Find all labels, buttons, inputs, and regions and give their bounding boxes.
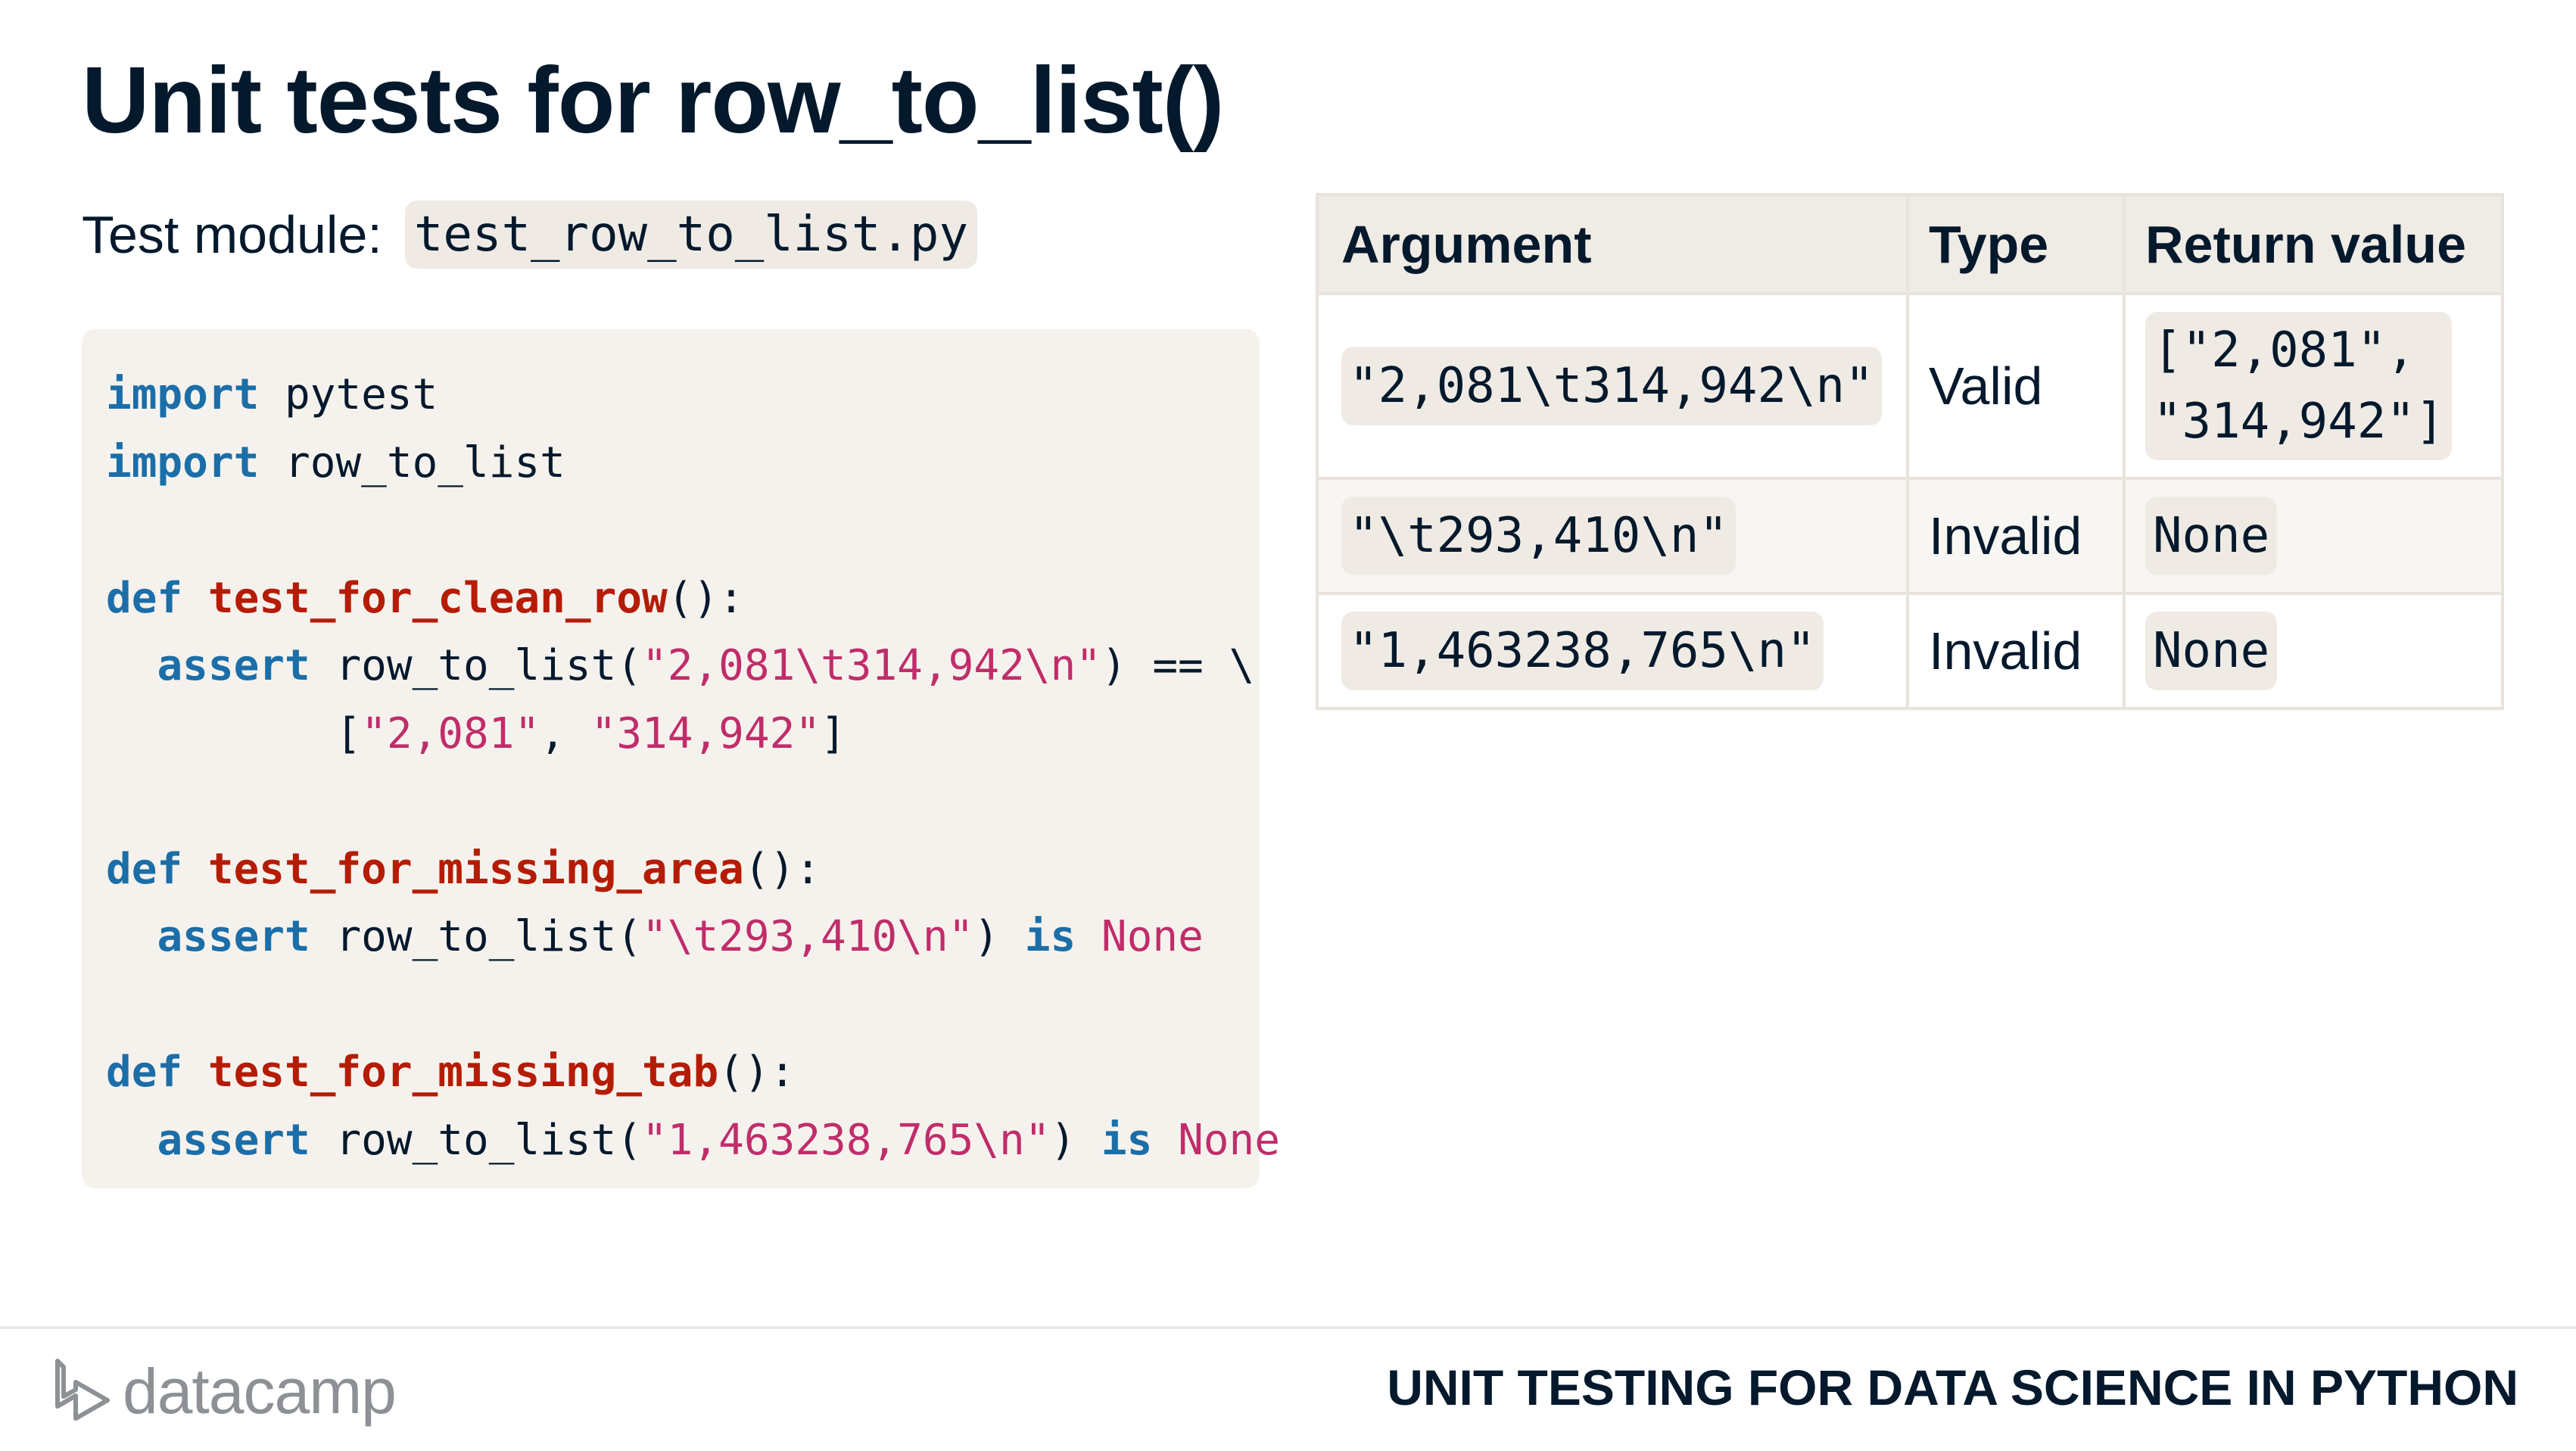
datacamp-logo: datacamp <box>53 1346 397 1437</box>
argument-code: "\t293,410\n" <box>1341 497 1736 575</box>
return-value-cell: ["2,081", "314,942"] <box>2123 292 2504 480</box>
argument-cell: "1,463238,765\n" <box>1316 592 1909 710</box>
function-parens: (): <box>743 844 821 894</box>
return-value-code: None <box>2145 612 2278 690</box>
is-keyword: is <box>1024 912 1076 961</box>
table-row: "\t293,410\n" Invalid None <box>1316 477 2504 595</box>
type-cell: Valid <box>1906 292 2126 480</box>
assert-keyword: assert <box>157 1115 310 1165</box>
table-header-row: Argument Type Return value <box>1316 193 2504 295</box>
code-line-1: import pytest <box>106 361 1260 429</box>
datacamp-logo-icon <box>55 1359 110 1421</box>
function-call: row_to_list( <box>310 912 643 961</box>
footer-divider <box>0 1326 2576 1329</box>
header-type: Type <box>1906 193 2126 295</box>
string-literal: "1,463238,765\n" <box>642 1115 1051 1165</box>
function-call: row_to_list( <box>310 641 643 690</box>
call-close: ) <box>1050 1115 1101 1165</box>
header-return-value: Return value <box>2123 193 2504 295</box>
code-line-9: assert row_to_list("\t293,410\n") is Non… <box>106 903 1260 971</box>
string-literal: "\t293,410\n" <box>642 912 974 961</box>
code-line-2: import row_to_list <box>106 429 1260 497</box>
none-literal: None <box>1101 912 1204 961</box>
argument-table: Argument Type Return value "2,081\t314,9… <box>1316 193 2504 710</box>
def-keyword: def <box>106 844 183 894</box>
argument-code: "1,463238,765\n" <box>1341 612 1824 690</box>
return-value-code: None <box>2145 497 2278 575</box>
type-cell: Invalid <box>1906 592 2126 710</box>
function-parens: (): <box>667 573 744 623</box>
module-name: row_to_list <box>259 437 565 487</box>
function-name: test_for_missing_area <box>207 844 744 894</box>
slide-title: Unit tests for row_to_list() <box>82 48 1224 153</box>
def-keyword: def <box>106 573 183 623</box>
test-module-line: Test module: test_row_to_list.py <box>82 198 977 271</box>
import-keyword: import <box>106 437 260 487</box>
def-keyword: def <box>106 1048 183 1097</box>
code-line-5: assert row_to_list("2,081\t314,942\n") =… <box>106 632 1260 700</box>
function-parens: (): <box>718 1048 796 1097</box>
code-line-11: def test_for_missing_tab(): <box>106 1038 1260 1107</box>
return-value-cell: None <box>2123 477 2504 595</box>
return-value-code: ["2,081", "314,942"] <box>2145 312 2453 460</box>
course-title: UNIT TESTING FOR DATA SCIENCE IN PYTHON <box>1387 1359 2518 1415</box>
function-name: test_for_missing_tab <box>207 1048 719 1097</box>
return-value-cell: None <box>2123 592 2504 710</box>
type-cell: Invalid <box>1906 477 2126 595</box>
code-line-4: def test_for_clean_row(): <box>106 565 1260 633</box>
table-row: "2,081\t314,942\n" Valid ["2,081", "314,… <box>1316 292 2504 480</box>
code-line-6: ["2,081", "314,942"] <box>106 700 1260 768</box>
test-module-filename: test_row_to_list.py <box>404 201 977 269</box>
header-argument: Argument <box>1316 193 1909 295</box>
module-name: pytest <box>259 370 438 419</box>
call-close: ) <box>973 912 1025 961</box>
import-keyword: import <box>106 370 260 419</box>
is-keyword: is <box>1101 1115 1153 1165</box>
list-separator: , <box>540 708 591 758</box>
string-literal: "314,942" <box>590 708 821 758</box>
code-line-12: assert row_to_list("1,463238,765\n") is … <box>106 1107 1279 1175</box>
list-open: [ <box>335 708 362 758</box>
function-name: test_for_clean_row <box>207 573 668 623</box>
argument-code: "2,081\t314,942\n" <box>1341 347 1882 425</box>
code-block: import pytest import row_to_list def tes… <box>82 329 1280 1188</box>
function-call: row_to_list( <box>310 1115 643 1165</box>
test-module-label: Test module: <box>82 205 382 264</box>
comparison-tail: ) == \ <box>1101 641 1255 690</box>
table-row: "1,463238,765\n" Invalid None <box>1316 592 2504 710</box>
code-line-8: def test_for_missing_area(): <box>106 836 1260 904</box>
assert-keyword: assert <box>157 641 310 690</box>
argument-cell: "\t293,410\n" <box>1316 477 1909 595</box>
argument-cell: "2,081\t314,942\n" <box>1316 292 1909 480</box>
string-literal: "2,081" <box>361 708 540 758</box>
list-close: ] <box>821 708 846 758</box>
none-literal: None <box>1178 1115 1280 1165</box>
datacamp-logo-text: datacamp <box>123 1355 397 1427</box>
assert-keyword: assert <box>157 912 310 961</box>
string-literal: "2,081\t314,942\n" <box>642 641 1101 690</box>
